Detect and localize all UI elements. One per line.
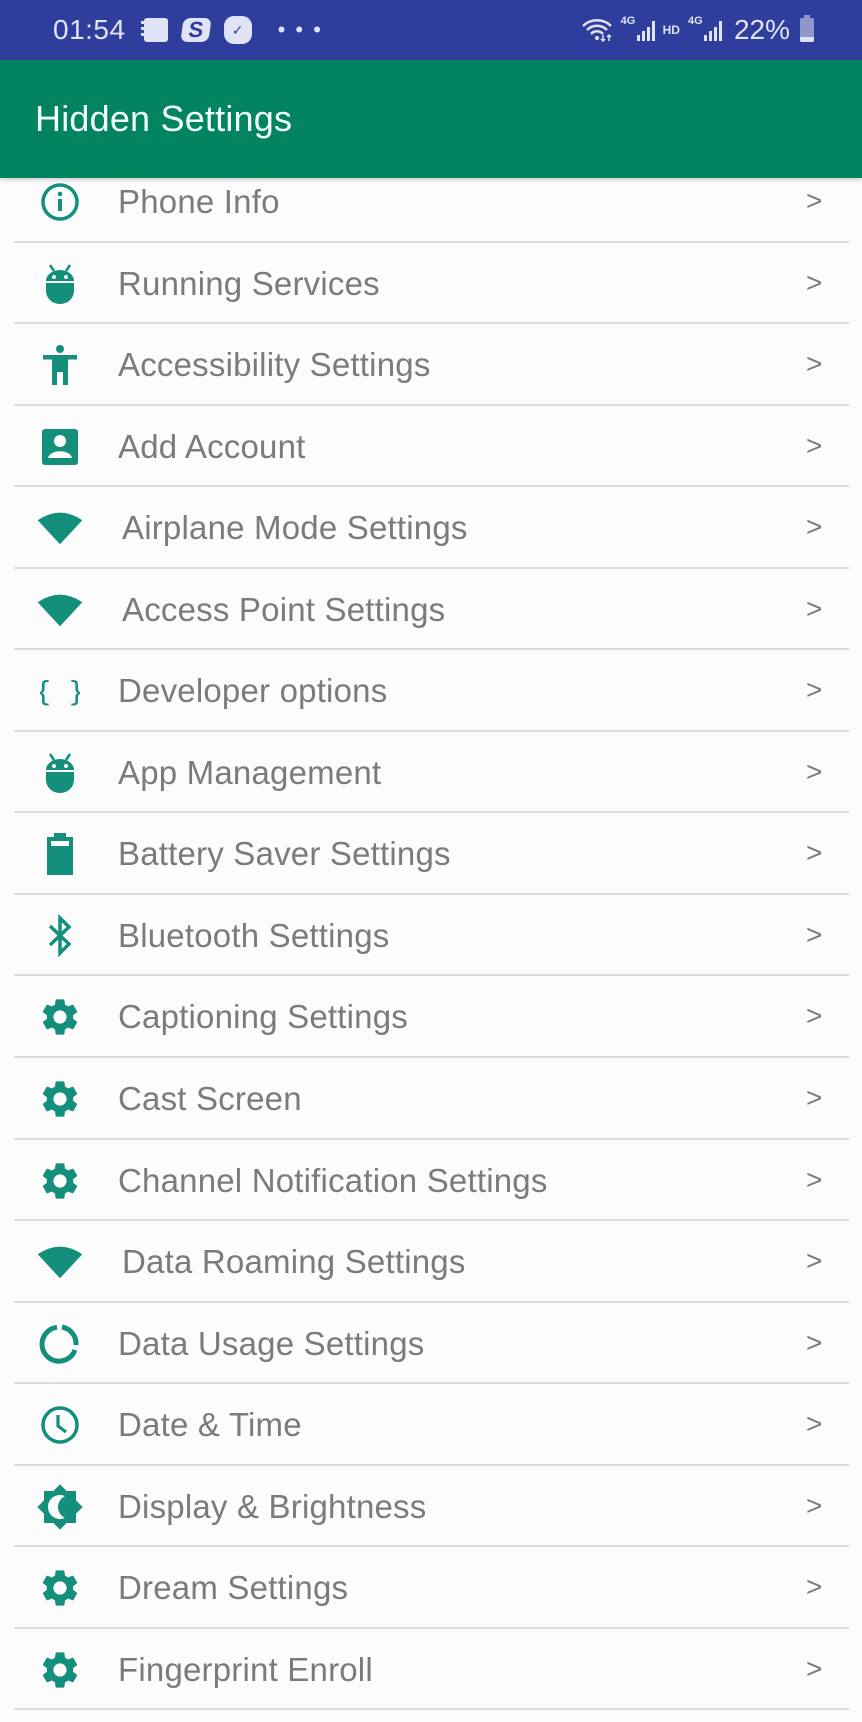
data-usage-icon (36, 1324, 84, 1364)
status-bar: 01:54 S ✓ • • • 4G HD 4G 22% (0, 0, 862, 60)
status-time: 01:54 (53, 14, 126, 45)
chevron-right-icon: > (806, 674, 823, 706)
list-item-label: Data Roaming Settings (122, 1243, 466, 1281)
info-icon (36, 182, 84, 222)
wifi-wedge-icon (36, 508, 84, 548)
list-item-label: Running Services (118, 264, 380, 302)
list-item-label: Bluetooth Settings (118, 916, 390, 954)
list-item-label: Dream Settings (118, 1569, 349, 1607)
chevron-right-icon: > (806, 1408, 823, 1440)
status-left: 01:54 S ✓ • • • (53, 0, 323, 60)
chevron-right-icon: > (806, 429, 823, 461)
wifi-wedge-icon (36, 590, 84, 630)
app-bar: Hidden Settings (0, 60, 862, 178)
settings-list[interactable]: Phone Info > Running Services > Accessibilit… (0, 178, 862, 1722)
code-braces-icon: { } (36, 671, 84, 711)
notes-icon (140, 18, 168, 42)
chevron-right-icon: > (806, 1652, 823, 1684)
status-right: 4G HD 4G 22% (581, 0, 814, 60)
list-item[interactable]: Access Point Settings > (0, 569, 862, 651)
chevron-right-icon: > (806, 266, 823, 298)
list-item[interactable]: Cast Screen > (0, 1058, 862, 1140)
list-item-label: Developer options (118, 672, 388, 710)
wifi-wedge-icon (36, 1242, 84, 1282)
svg-text:{ }: { } (40, 675, 80, 708)
cell-signal-1-icon: 4G (621, 15, 655, 43)
accessibility-icon (36, 345, 84, 386)
list-item-label: Captioning Settings (118, 998, 408, 1036)
list-item[interactable]: Phone Info > (0, 178, 862, 243)
list-item[interactable]: Fingerprint Enroll > (0, 1629, 862, 1711)
list-item[interactable]: Data Roaming Settings > (0, 1221, 862, 1303)
brightness-icon (36, 1484, 84, 1530)
list-item[interactable]: Display & Brightness > (0, 1466, 862, 1548)
list-item[interactable]: Accessibility Settings > (0, 324, 862, 406)
hd-voice-label: HD (662, 23, 680, 37)
more-notifications-icon: • • • (277, 17, 323, 42)
chevron-right-icon: > (806, 348, 823, 380)
chevron-right-icon: > (806, 1163, 823, 1195)
s-app-icon: S (179, 17, 212, 42)
battery-status-icon (800, 15, 814, 42)
list-item[interactable]: Channel Notification Settings > (0, 1140, 862, 1222)
list-item-label: Data Usage Settings (118, 1324, 425, 1362)
list-item[interactable]: Add Account > (0, 406, 862, 488)
chevron-right-icon: > (806, 1571, 823, 1603)
list-item-label: Airplane Mode Settings (122, 509, 468, 547)
gear-icon (36, 1161, 84, 1201)
page-title: Hidden Settings (35, 98, 293, 139)
list-item-label: Channel Notification Settings (118, 1161, 548, 1199)
android-icon (36, 753, 84, 793)
list-item[interactable]: Battery Saver Settings > (0, 813, 862, 895)
chevron-right-icon: > (806, 1489, 823, 1521)
gear-icon (36, 1568, 84, 1608)
list-item-label: Accessibility Settings (118, 346, 431, 384)
chevron-right-icon: > (806, 837, 823, 869)
list-item[interactable]: { } Developer options > (0, 650, 862, 732)
battery-icon (36, 833, 84, 876)
chevron-right-icon: > (806, 592, 823, 624)
account-box-icon (36, 427, 84, 467)
bluetooth-icon (36, 913, 84, 958)
list-item-label: Access Point Settings (122, 590, 446, 628)
list-item[interactable]: Captioning Settings > (0, 976, 862, 1058)
chevron-right-icon: > (806, 1326, 823, 1358)
list-item-label: Display & Brightness (118, 1487, 427, 1525)
list-item[interactable]: Running Services > (0, 243, 862, 325)
list-item[interactable]: Bluetooth Settings > (0, 895, 862, 977)
list-item[interactable]: App Management > (0, 732, 862, 814)
chevron-right-icon: > (806, 1000, 823, 1032)
list-item[interactable]: Dream Settings > (0, 1547, 862, 1629)
chevron-right-icon: > (806, 918, 823, 950)
list-item-label: Fingerprint Enroll (118, 1650, 373, 1688)
cell-signal-2-icon: 4G (688, 15, 722, 43)
list-item-label: Phone Info (118, 183, 280, 220)
list-item-label: Add Account (118, 427, 306, 465)
list-item-label: Date & Time (118, 1406, 302, 1444)
task-check-icon: ✓ (223, 16, 252, 44)
gear-icon (36, 1650, 84, 1690)
list-item-label: Cast Screen (118, 1080, 302, 1118)
chevron-right-icon: > (806, 185, 823, 216)
list-item-label: Battery Saver Settings (118, 835, 451, 873)
chevron-right-icon: > (806, 1082, 823, 1114)
chevron-right-icon: > (806, 511, 823, 543)
gear-icon (36, 1079, 84, 1119)
battery-percent: 22% (733, 14, 790, 45)
wifi-icon (581, 18, 613, 42)
list-item[interactable]: Data Usage Settings > (0, 1303, 862, 1385)
gear-icon (36, 997, 84, 1037)
android-icon (36, 263, 84, 304)
list-item[interactable]: Airplane Mode Settings > (0, 487, 862, 569)
chevron-right-icon: > (806, 755, 823, 787)
list-item-label: App Management (118, 753, 382, 791)
chevron-right-icon: > (806, 1245, 823, 1277)
list-item[interactable]: Date & Time > (0, 1384, 862, 1466)
clock-icon (36, 1405, 84, 1445)
